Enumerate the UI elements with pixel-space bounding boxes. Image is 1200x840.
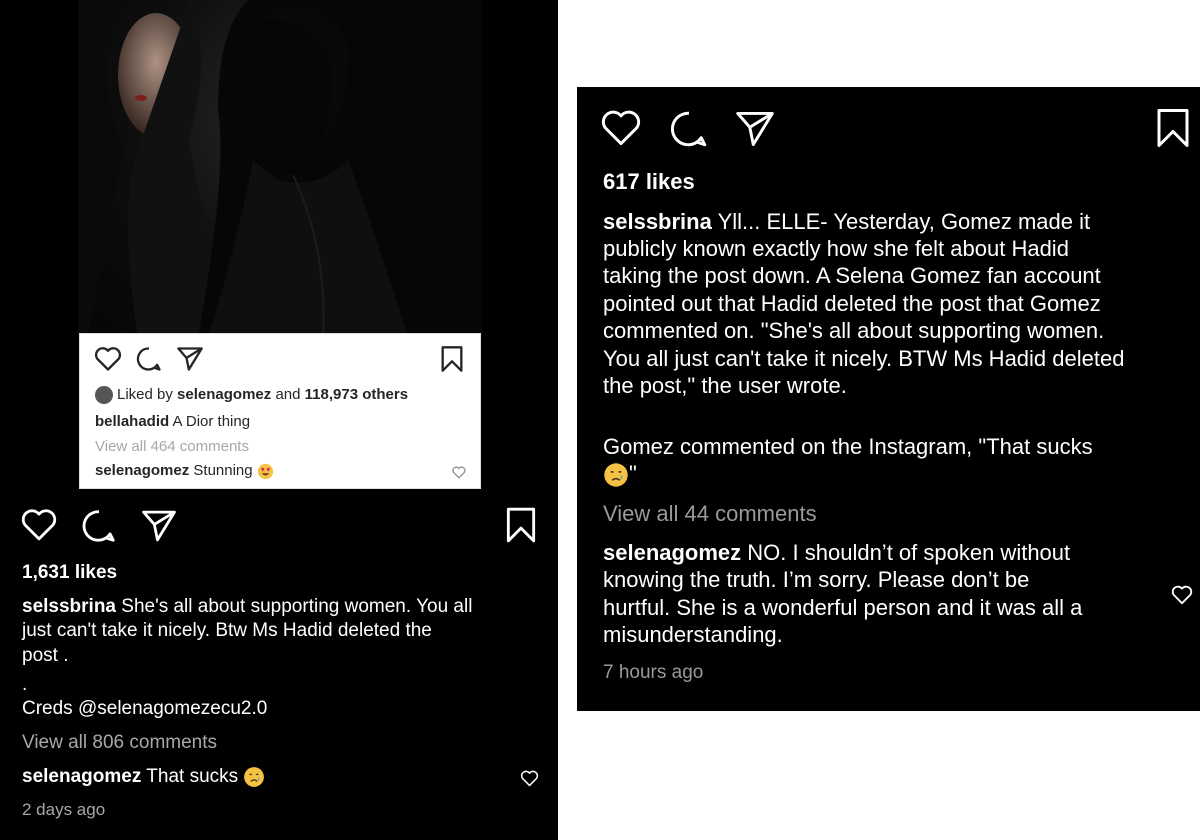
comment-icon[interactable] — [135, 345, 163, 373]
caption-text-line: the post," the user wrote. — [603, 373, 847, 398]
crying-face-icon — [244, 767, 265, 787]
comment: selenagomez That sucks — [22, 765, 265, 789]
liked-by-and: and — [275, 386, 301, 403]
liked-by-line: Liked by selenagomez and 118,973 others — [95, 386, 408, 405]
comment-text-line: misunderstanding. — [603, 622, 783, 647]
caption-user[interactable]: selssbrina — [603, 209, 712, 234]
liked-by-count[interactable]: 118,973 others — [305, 386, 408, 403]
heart-icon[interactable] — [520, 770, 539, 787]
comment-text-line: knowing the truth. I’m sorry. Please don… — [603, 567, 1030, 592]
caption-text-line: just can't take it nicely. Btw Ms Hadid … — [22, 620, 432, 641]
caption: selssbrina She's all about supporting wo… — [22, 595, 472, 619]
heart-icon[interactable] — [452, 466, 466, 479]
heart-icon[interactable] — [94, 346, 122, 372]
caption-text-line: commented on. "She's all about supportin… — [603, 318, 1105, 343]
likes-count[interactable]: 617 likes — [603, 168, 695, 196]
caption-creds: Creds @selenagomezecu2.0 — [22, 698, 268, 719]
right-post: 617 likes selssbrina Yll... ELLE- Yester… — [577, 87, 1200, 711]
heart-icon[interactable] — [600, 109, 642, 147]
closing-quote: " — [629, 461, 637, 486]
post-photo[interactable] — [78, 0, 482, 338]
caption-text-line: You all just can't take it nicely. BTW M… — [603, 346, 1125, 371]
likes-count[interactable]: 1,631 likes — [22, 561, 117, 585]
caption-text-line: " — [603, 460, 637, 488]
comment-icon[interactable] — [668, 108, 710, 150]
view-all-comments[interactable]: View all 806 comments — [22, 731, 217, 755]
caption-text-line: publicly known exactly how she felt abou… — [603, 236, 1069, 261]
view-all-comments[interactable]: View all 44 comments — [603, 500, 817, 528]
card-caption-text: A Dior thing — [172, 413, 251, 430]
timestamp: 2 days ago — [22, 800, 106, 819]
comment-user[interactable]: selenagomez — [603, 540, 741, 565]
caption-text-line: taking the post down. A Selena Gomez fan… — [603, 263, 1101, 288]
avatar[interactable] — [95, 386, 113, 405]
bookmark-icon[interactable] — [504, 506, 538, 544]
heart-eyes-icon — [257, 463, 273, 479]
comment-text-line: NO. I shouldn’t of spoken without — [747, 540, 1071, 565]
card-comment-user[interactable]: selenagomez — [95, 462, 189, 479]
embedded-post-card: Liked by selenagomez and 118,973 others … — [79, 333, 481, 489]
comment-text-line: hurtful. She is a wonderful person and i… — [603, 595, 1083, 620]
timestamp: 7 hours ago — [603, 662, 704, 683]
bookmark-icon[interactable] — [440, 345, 464, 373]
left-post: Liked by selenagomez and 118,973 others … — [0, 0, 558, 840]
bookmark-icon[interactable] — [1154, 107, 1192, 149]
crying-face-icon — [604, 463, 628, 487]
caption: selssbrina Yll... ELLE- Yesterday, Gomez… — [603, 208, 1090, 236]
card-comment: selenagomez Stunning — [95, 462, 274, 480]
heart-icon[interactable] — [20, 508, 58, 542]
share-icon[interactable] — [176, 346, 204, 372]
heart-icon[interactable] — [1171, 585, 1193, 605]
liked-by-user[interactable]: selenagomez — [177, 386, 271, 403]
caption-text-line: post . — [22, 645, 69, 666]
comment-user[interactable]: selenagomez — [22, 766, 141, 787]
liked-by-prefix: Liked by — [117, 386, 173, 403]
caption-text-line: pointed out that Hadid deleted the post … — [603, 291, 1101, 316]
share-icon[interactable] — [734, 110, 776, 148]
share-icon[interactable] — [140, 509, 178, 543]
card-caption-user[interactable]: bellahadid — [95, 413, 169, 430]
card-view-comments[interactable]: View all 464 comments — [95, 438, 249, 455]
card-caption: bellahadid A Dior thing — [95, 413, 250, 430]
comment: selenagomez NO. I shouldn’t of spoken wi… — [603, 539, 1070, 567]
caption-text-line: Yll... ELLE- Yesterday, Gomez made it — [717, 209, 1091, 234]
caption-user[interactable]: selssbrina — [22, 596, 116, 617]
caption-text-line: She's all about supporting women. You al… — [121, 596, 473, 617]
comment-text: That sucks — [146, 766, 239, 787]
card-comment-text: Stunning — [193, 462, 253, 479]
caption-text-line: Gomez commented on the Instagram, "That … — [603, 434, 1093, 459]
comment-icon[interactable] — [80, 507, 118, 545]
caption-dot: . — [22, 674, 28, 695]
